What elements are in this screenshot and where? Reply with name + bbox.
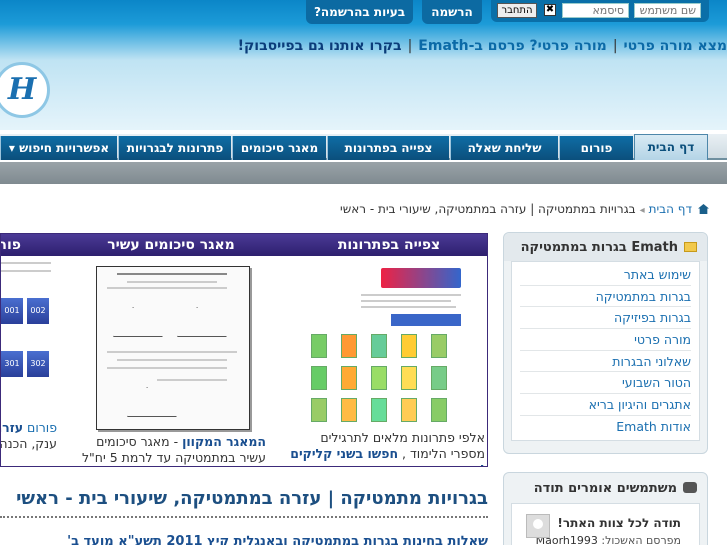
sidebar-menu: Emath בגרות במתמטיקה שימוש באתר בגרות במ…: [503, 232, 708, 454]
sidebar-item-private-teacher[interactable]: מורה פרטי: [520, 329, 691, 351]
summaries-thumbnail[interactable]: [96, 266, 250, 430]
sidebar-item-weekly-column[interactable]: הטור השבועי: [520, 372, 691, 395]
forum-tile: 301: [1, 351, 23, 377]
breadcrumb-home[interactable]: דף הבית: [649, 202, 692, 216]
solutions-thumbnail[interactable]: [301, 264, 477, 424]
forum-tile: 302: [27, 351, 49, 377]
nav-ask-question[interactable]: שליחת שאלה: [450, 136, 558, 160]
sidebar-item-challenges[interactable]: אתגרים והיגיון בריא: [520, 394, 691, 416]
avatar: [526, 514, 550, 538]
thanks-header: משתמשים אומרים תודה: [504, 473, 707, 503]
exam-link[interactable]: שאלות בחינות בגרות במתמטיקה ובאנגלית קיץ…: [67, 534, 488, 545]
sub-nav-bar: [0, 162, 727, 184]
nav-search-options[interactable]: אפשרויות חיפוש ▾: [0, 136, 117, 160]
chevron-down-icon: ▾: [8, 141, 15, 155]
close-icon[interactable]: ✖: [544, 4, 556, 16]
password-input[interactable]: [562, 3, 629, 18]
folder-icon: [684, 242, 697, 252]
sidebar-item-site-usage[interactable]: שימוש באתר: [520, 264, 691, 286]
forum-title[interactable]: פורום: [1, 234, 21, 256]
sidebar-title: Emath בגרות במתמטיקה: [520, 240, 678, 255]
forum-help: עזרה: [1, 420, 24, 435]
sidebar-item-about[interactable]: אודות Emath: [520, 416, 691, 438]
register-tab[interactable]: הרשמה: [422, 0, 482, 24]
solutions-logo-image: [381, 268, 461, 288]
promo-links: מצא מורה פרטי|מורה פרטי? פרסם ב-Emath|בק…: [237, 38, 727, 54]
sidebar-item-physics-grade[interactable]: בגרות בפיזיקה: [520, 307, 691, 330]
forum-tile: 001: [1, 298, 23, 324]
nav-solutions[interactable]: צפייה בפתרונות: [327, 136, 449, 160]
connect-button[interactable]: התחבר: [497, 3, 537, 18]
private-teacher-link[interactable]: מורה פרטי? פרסם ב-Emath: [418, 38, 607, 54]
forum-tile: 002: [27, 298, 49, 324]
find-teacher-link[interactable]: מצא מורה פרטי: [624, 38, 727, 54]
main-nav: דף הבית פורום שליחת שאלה צפייה בפתרונות …: [0, 134, 727, 160]
solutions-column[interactable]: אלפי פתרונות מלאים לתרגילים מספרי הלימוד…: [281, 256, 487, 466]
register-problems-tab[interactable]: בעיות בהרשמה?: [306, 0, 413, 24]
home-icon[interactable]: [698, 204, 709, 214]
breadcrumb: דף הבית ◂בגרויות במתמטיקה | עזרה במתמטיקה…: [340, 202, 709, 216]
sidebar-item-exam-papers[interactable]: שאלוני הבגרות: [520, 351, 691, 373]
summaries-title[interactable]: מאגר סיכומים עשיר: [91, 234, 251, 256]
forum-link[interactable]: פורום: [27, 420, 57, 435]
solutions-caption: אלפי פתרונות מלאים לתרגילים מספרי הלימוד…: [285, 430, 485, 466]
nav-summaries[interactable]: מאגר סיכומים: [232, 136, 326, 160]
search-options-label: אפשרויות חיפוש: [19, 141, 110, 155]
forum-column[interactable]: 001 002 301 302 פורום עזרה ענק, הכנה: [0, 256, 57, 466]
nav-grade-solutions[interactable]: פתרונות לבגרויות: [118, 136, 231, 160]
summaries-caption: המאגר המקוון - מאגר סיכומים עשיר במתמטיק…: [76, 434, 266, 466]
login-bar: ✖ התחבר: [491, 0, 709, 22]
forum-caption-2: ענק, הכנה: [0, 436, 57, 451]
summaries-link[interactable]: המאגר המקוון: [182, 434, 266, 449]
chat-icon: [683, 482, 697, 493]
nav-forum[interactable]: פורום: [559, 136, 633, 160]
facebook-link[interactable]: בקרו אותנו גם בפייסבוק!: [238, 38, 402, 54]
summaries-column[interactable]: המאגר המקוון - מאגר סיכומים עשיר במתמטיק…: [76, 256, 276, 466]
sidebar-header: Emath בגרות במתמטיקה: [504, 233, 707, 261]
thanks-title: משתמשים אומרים תודה: [533, 481, 677, 496]
thanks-box: משתמשים אומרים תודה תודה לכל צוות האתר! …: [503, 472, 708, 545]
nav-home[interactable]: דף הבית: [634, 134, 708, 160]
forum-caption: פורום עזרה: [1, 420, 57, 436]
solutions-title[interactable]: צפייה בפתרונות: [291, 234, 487, 256]
breadcrumb-current: בגרויות במתמטיקה | עזרה במתמטיקה, שיעורי…: [340, 202, 636, 216]
title-divider: [0, 516, 488, 518]
sidebar-item-math-grade[interactable]: בגרות במתמטיקה: [520, 286, 691, 308]
feature-panel: צפייה בפתרונות מאגר סיכומים עשיר פורום: [0, 233, 488, 467]
username-input[interactable]: [634, 3, 701, 18]
poster-label: מפרסם האשכול:: [601, 534, 681, 545]
page-title: בגרויות מתמטיקה | עזרה במתמטיקה, שיעורי …: [16, 488, 488, 509]
arrow-icon: ◂: [639, 205, 645, 216]
